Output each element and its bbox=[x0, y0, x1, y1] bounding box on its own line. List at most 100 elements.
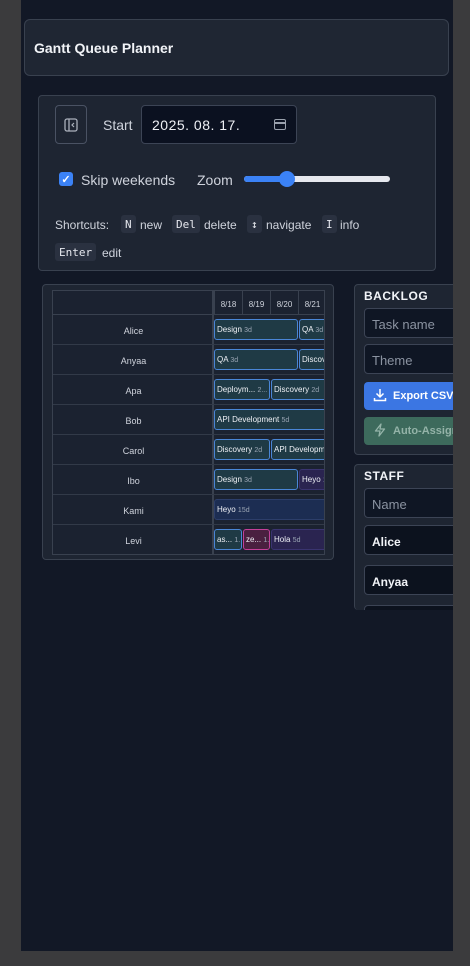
task-bar-label: ze... bbox=[246, 535, 262, 544]
task-row: API Development 5d bbox=[214, 405, 324, 435]
staff-list-item[interactable] bbox=[364, 605, 453, 610]
task-row: Discovery 2d API Developm bbox=[214, 435, 325, 465]
backlog-panel: BACKLOG Task name Theme Export CSV Auto-… bbox=[354, 284, 453, 455]
staff-row-name: Levi bbox=[125, 536, 142, 546]
toggle-sidebar-button[interactable] bbox=[55, 105, 87, 144]
staff-row-name: Ibo bbox=[53, 465, 214, 495]
task-bar[interactable]: QA 3d bbox=[299, 319, 324, 340]
task-bar-duration: 3d bbox=[244, 327, 252, 334]
task-row: Heyo 15d bbox=[214, 495, 324, 525]
zoom-slider-handle[interactable] bbox=[279, 171, 296, 187]
zoom-slider[interactable] bbox=[244, 171, 390, 187]
shortcut-action-delete: delete bbox=[204, 218, 237, 232]
staff-list-item[interactable]: Alice bbox=[364, 525, 453, 555]
shortcut-key-navigate: ↕ bbox=[247, 215, 262, 233]
start-label: Start bbox=[103, 117, 133, 133]
task-bar-label: Discovery bbox=[217, 445, 253, 454]
task-row: QA 3d Discov bbox=[214, 345, 325, 375]
skip-weekends-label: Skip weekends bbox=[81, 172, 176, 188]
download-icon bbox=[373, 389, 387, 402]
staff-list-item[interactable]: Anyaa bbox=[364, 565, 453, 595]
task-bar-duration: 2d bbox=[311, 387, 320, 394]
app-title: Gantt Queue Planner bbox=[34, 40, 174, 56]
shortcut-action-new: new bbox=[140, 218, 163, 232]
task-row: Deploym... 2... Discovery 2d bbox=[214, 375, 324, 405]
shortcut-action-navigate: navigate bbox=[266, 218, 312, 232]
task-bar-duration: 1. bbox=[234, 537, 241, 544]
skip-weekends-checkbox[interactable]: ✓ bbox=[59, 172, 73, 186]
task-bar-label: Design bbox=[217, 325, 242, 334]
export-csv-label: Export CSV bbox=[393, 390, 453, 402]
task-bar-duration: 2d bbox=[254, 447, 263, 454]
shortcuts-label: Shortcuts: bbox=[55, 218, 110, 232]
date-column-header: 8/19 bbox=[242, 291, 270, 315]
task-bar-duration: 15 bbox=[323, 477, 324, 484]
shortcut-key-new: N bbox=[121, 215, 136, 233]
gantt-panel: 8/18 8/19 8/20 8/21 Alice Design 3d QA 3… bbox=[42, 284, 334, 560]
task-bar[interactable]: as... 1. bbox=[214, 529, 242, 550]
task-bar-duration: 15d bbox=[237, 507, 250, 514]
shortcut-key-delete: Del bbox=[172, 215, 200, 233]
task-bar-label: Design bbox=[217, 475, 242, 484]
calendar-icon[interactable] bbox=[274, 119, 286, 130]
task-bar[interactable]: ze... 1. bbox=[243, 529, 270, 550]
task-bar[interactable]: Deploym... 2... bbox=[214, 379, 270, 400]
task-bar[interactable]: API Development 5d bbox=[214, 409, 324, 430]
staff-panel: STAFF Name Alice Anyaa bbox=[354, 464, 453, 610]
task-bar[interactable]: Design 3d bbox=[214, 319, 298, 340]
task-bar[interactable]: Design 3d bbox=[214, 469, 298, 490]
shortcut-action-edit: edit bbox=[102, 246, 122, 260]
staff-row-name: Kami bbox=[53, 495, 214, 525]
task-name-input[interactable]: Task name bbox=[364, 308, 453, 338]
task-bar-label: as... bbox=[217, 535, 233, 544]
task-bar-duration: 3d bbox=[230, 357, 239, 364]
auto-assign-label: Auto-Assign bbox=[393, 425, 453, 437]
staff-row-name: Anyaa bbox=[53, 345, 214, 375]
task-bar[interactable]: Discovery 2d bbox=[271, 379, 324, 400]
gantt-date-header: 8/18 8/19 8/20 8/21 bbox=[214, 291, 324, 315]
task-bar-duration: 3d bbox=[315, 327, 324, 334]
task-bar[interactable]: Discov bbox=[299, 349, 325, 370]
task-bar[interactable]: QA 3d bbox=[214, 349, 298, 370]
task-bar-label: QA bbox=[217, 355, 229, 364]
task-row: Design 3d Heyo 15 bbox=[214, 465, 324, 495]
task-bar-label: API Developm bbox=[274, 445, 325, 454]
zoom-label: Zoom bbox=[197, 172, 233, 188]
export-csv-button[interactable]: Export CSV bbox=[364, 382, 453, 410]
shortcut-key-edit: Enter bbox=[55, 243, 97, 261]
task-bar[interactable]: Discovery 2d bbox=[214, 439, 270, 460]
task-bar-duration: 5d bbox=[281, 417, 290, 424]
staff-row-name: Alice bbox=[53, 315, 214, 345]
auto-assign-button[interactable]: Auto-Assign bbox=[364, 417, 453, 445]
shortcut-action-info: info bbox=[340, 218, 360, 232]
task-bar-label: API Development bbox=[217, 415, 280, 424]
task-bar-label: Heyo bbox=[302, 475, 321, 484]
task-bar[interactable]: Heyo 15d bbox=[214, 499, 324, 520]
start-date-input[interactable]: 2025. 08. 17. bbox=[141, 105, 297, 144]
task-bar-label: Discovery bbox=[274, 385, 310, 394]
task-bar-duration: 1. bbox=[263, 537, 270, 544]
app-header: Gantt Queue Planner bbox=[24, 19, 449, 76]
shortcut-key-info: I bbox=[322, 215, 337, 233]
task-row: as... 1. ze... 1. Hola 5d bbox=[214, 525, 324, 554]
task-bar-duration: 5d bbox=[292, 537, 301, 544]
task-bar-duration: 3d bbox=[244, 477, 252, 484]
task-bar-label: Heyo bbox=[217, 505, 236, 514]
date-column-header: 8/20 bbox=[270, 291, 298, 315]
task-bar[interactable]: API Developm bbox=[271, 439, 325, 460]
controls-panel: Start 2025. 08. 17. ✓ Skip weekends Zoom… bbox=[38, 95, 436, 271]
lightning-icon bbox=[374, 423, 386, 437]
gantt-chart: 8/18 8/19 8/20 8/21 Alice Design 3d QA 3… bbox=[52, 290, 325, 555]
task-bar-label: Discov bbox=[302, 355, 325, 364]
date-column-header: 8/21 bbox=[298, 291, 324, 315]
staff-title: STAFF bbox=[364, 469, 405, 483]
date-column-header: 8/18 bbox=[214, 291, 242, 315]
task-bar[interactable]: Heyo 15 bbox=[299, 469, 324, 490]
staff-name-input[interactable]: Name bbox=[364, 488, 453, 518]
gantt-name-header bbox=[53, 291, 212, 315]
task-bar-label: Deploym... bbox=[217, 385, 256, 394]
sidebar-toggle-icon bbox=[64, 117, 78, 132]
task-bar-label: QA bbox=[302, 325, 314, 334]
theme-input[interactable]: Theme bbox=[364, 344, 453, 374]
task-bar[interactable]: Hola 5d bbox=[271, 529, 324, 550]
